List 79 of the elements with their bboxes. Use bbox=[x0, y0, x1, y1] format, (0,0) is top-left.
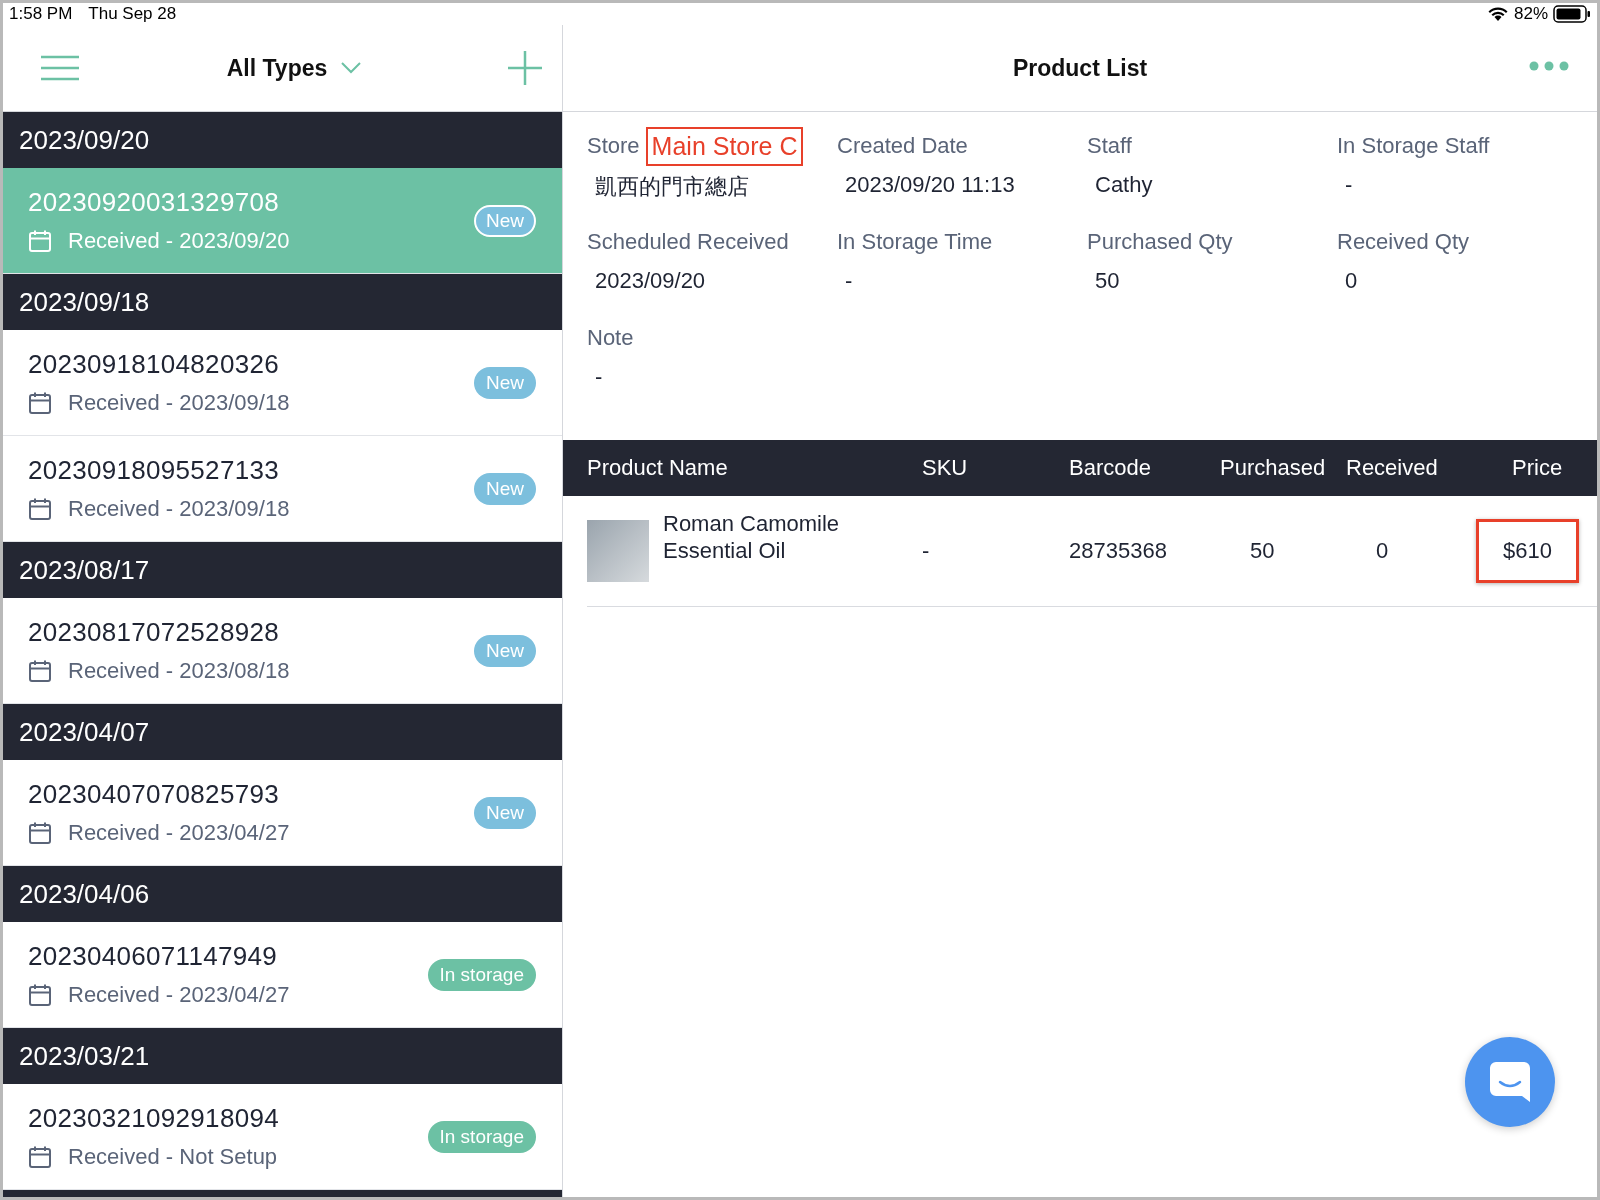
column-header: SKU bbox=[922, 440, 1069, 496]
field-value: 2023/09/20 bbox=[594, 267, 707, 294]
calendar-icon bbox=[28, 1145, 52, 1169]
field-value: - bbox=[1344, 171, 1354, 198]
received-date: Received - 2023/04/27 bbox=[68, 820, 290, 846]
status-badge: New bbox=[474, 366, 536, 399]
status-badge: New bbox=[474, 634, 536, 667]
order-list-item[interactable]: 20230407070825793 Received - 2023/04/27 New bbox=[3, 760, 562, 866]
received-date: Received - 2023/09/20 bbox=[68, 228, 290, 254]
page-title: Product List bbox=[1012, 54, 1148, 82]
status-badge: In storage bbox=[427, 1120, 536, 1153]
table-cell: 28735368 bbox=[1069, 538, 1167, 563]
chat-button[interactable] bbox=[1465, 1037, 1555, 1127]
field-value: - bbox=[594, 363, 604, 390]
order-number: 20230321092918094 bbox=[28, 1103, 280, 1134]
column-header: Price bbox=[1476, 440, 1597, 496]
order-list-item[interactable]: 20230918104820326 Received - 2023/09/18 New bbox=[3, 330, 562, 436]
field-value: - bbox=[844, 267, 854, 294]
more-icon[interactable] bbox=[1529, 61, 1569, 71]
received-date: Received - 2023/08/18 bbox=[68, 658, 290, 684]
received-date: Received - 2023/04/27 bbox=[68, 982, 290, 1008]
order-list-item[interactable]: 20230817072528928 Received - 2023/08/18 New bbox=[3, 598, 562, 704]
price-cell: $610 bbox=[1476, 519, 1579, 583]
order-number: 20230407070825793 bbox=[28, 779, 280, 810]
order-number: 20230406071147949 bbox=[28, 941, 278, 972]
field-label: Received Qty bbox=[1337, 229, 1470, 255]
chevron-down-icon bbox=[341, 62, 362, 74]
wifi-icon bbox=[1486, 6, 1509, 22]
field-label: Purchased Qty bbox=[1087, 229, 1233, 255]
calendar-icon bbox=[28, 497, 52, 521]
field-label: Created Date bbox=[837, 133, 968, 159]
status-badge: New bbox=[474, 796, 536, 829]
field-label: Note bbox=[587, 325, 634, 351]
order-number: 20230918095527133 bbox=[28, 455, 280, 486]
field-label: In Storage Time bbox=[837, 229, 993, 255]
battery-icon bbox=[1553, 5, 1591, 23]
order-number: 20230918104820326 bbox=[28, 349, 280, 380]
field-value: 50 bbox=[1094, 267, 1121, 294]
status-time: 1:58 PM bbox=[9, 4, 73, 24]
order-list-item[interactable]: 20230918095527133 Received - 2023/09/18 New bbox=[3, 436, 562, 542]
column-header: Purchased bbox=[1220, 440, 1346, 496]
field-value: 凱西的門市總店 bbox=[594, 173, 750, 201]
field-label: In Storage Staff bbox=[1337, 133, 1490, 159]
received-date: Received - 2023/09/18 bbox=[68, 496, 290, 522]
calendar-icon bbox=[28, 229, 52, 253]
received-date: Received - 2023/09/18 bbox=[68, 390, 290, 416]
product-photo-placeholder bbox=[587, 520, 649, 582]
status-badge: New bbox=[474, 472, 536, 505]
status-date: Thu Sep 28 bbox=[88, 4, 177, 24]
field-label: Staff bbox=[1087, 133, 1132, 159]
menu-icon bbox=[40, 55, 80, 81]
calendar-icon bbox=[28, 983, 52, 1007]
field-label: Scheduled Received bbox=[587, 229, 789, 255]
chat-bubble-icon bbox=[1488, 1060, 1532, 1104]
status-badge: In storage bbox=[427, 958, 536, 991]
type-filter-dropdown[interactable]: All Types bbox=[80, 54, 508, 82]
battery-percent: 82% bbox=[1513, 4, 1548, 24]
annotation-label: Main Store C bbox=[645, 126, 804, 166]
column-header: Product Name bbox=[587, 440, 922, 496]
calendar-icon bbox=[28, 821, 52, 845]
order-number: 20230920031329708 bbox=[28, 187, 280, 218]
product-name: Roman Camomile Essential Oil bbox=[663, 510, 841, 564]
column-header: Barcode bbox=[1069, 440, 1220, 496]
order-number: 20230817072528928 bbox=[28, 617, 280, 648]
table-cell: - bbox=[922, 538, 930, 563]
received-date: Received - Not Setup bbox=[68, 1144, 278, 1170]
status-badge: New bbox=[474, 204, 536, 237]
table-cell: 0 bbox=[1376, 538, 1389, 563]
calendar-icon bbox=[28, 659, 52, 683]
plus-icon bbox=[508, 51, 542, 85]
order-list-item[interactable]: 20230321092918094 Received - Not Setup In storage bbox=[3, 1084, 562, 1190]
field-value: Cathy bbox=[1094, 171, 1154, 198]
field-value: 0 bbox=[1344, 267, 1359, 294]
order-list-item[interactable]: 20230406071147949 Received - 2023/04/27 In storage bbox=[3, 922, 562, 1028]
field-value: 2023/09/20 11:13 bbox=[844, 171, 1016, 198]
table-cell: 50 bbox=[1250, 538, 1275, 563]
column-header: Received bbox=[1346, 440, 1476, 496]
calendar-icon bbox=[28, 391, 52, 415]
field-label: Store bbox=[587, 133, 640, 159]
